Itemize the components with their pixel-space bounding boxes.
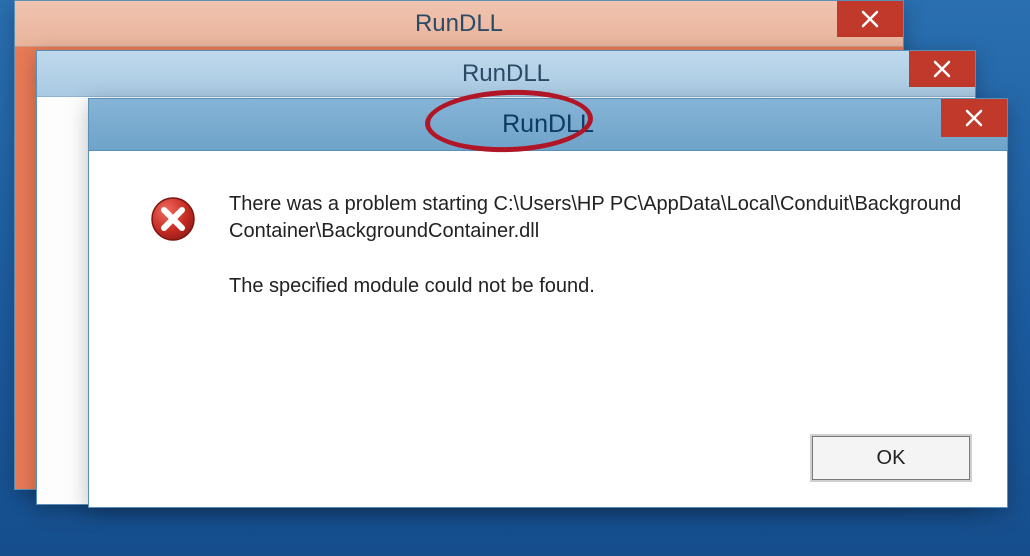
error-message-path: There was a problem starting C:\Users\HP… xyxy=(229,191,967,245)
close-button[interactable] xyxy=(909,51,975,87)
close-button[interactable] xyxy=(837,1,903,37)
ok-button[interactable]: OK xyxy=(811,435,971,481)
close-button[interactable] xyxy=(941,99,1007,137)
dialog-body: There was a problem starting C:\Users\HP… xyxy=(89,151,1007,507)
error-message-detail: The specified module could not be found. xyxy=(229,275,967,298)
rundll-dialog-front[interactable]: RunDLL xyxy=(88,98,1008,508)
window-title: RunDLL xyxy=(462,60,550,88)
error-icon xyxy=(149,195,197,248)
window-title: RunDLL xyxy=(502,110,594,139)
close-icon xyxy=(933,60,951,78)
close-icon xyxy=(861,10,879,28)
window-title: RunDLL xyxy=(415,10,503,38)
button-row: OK xyxy=(811,435,971,481)
close-icon xyxy=(965,109,983,127)
title-bar[interactable]: RunDLL xyxy=(89,99,1007,151)
desktop: RunDLL RunDLL xyxy=(0,0,1030,556)
title-bar[interactable]: RunDLL xyxy=(37,51,975,97)
title-bar[interactable]: RunDLL xyxy=(15,1,903,47)
